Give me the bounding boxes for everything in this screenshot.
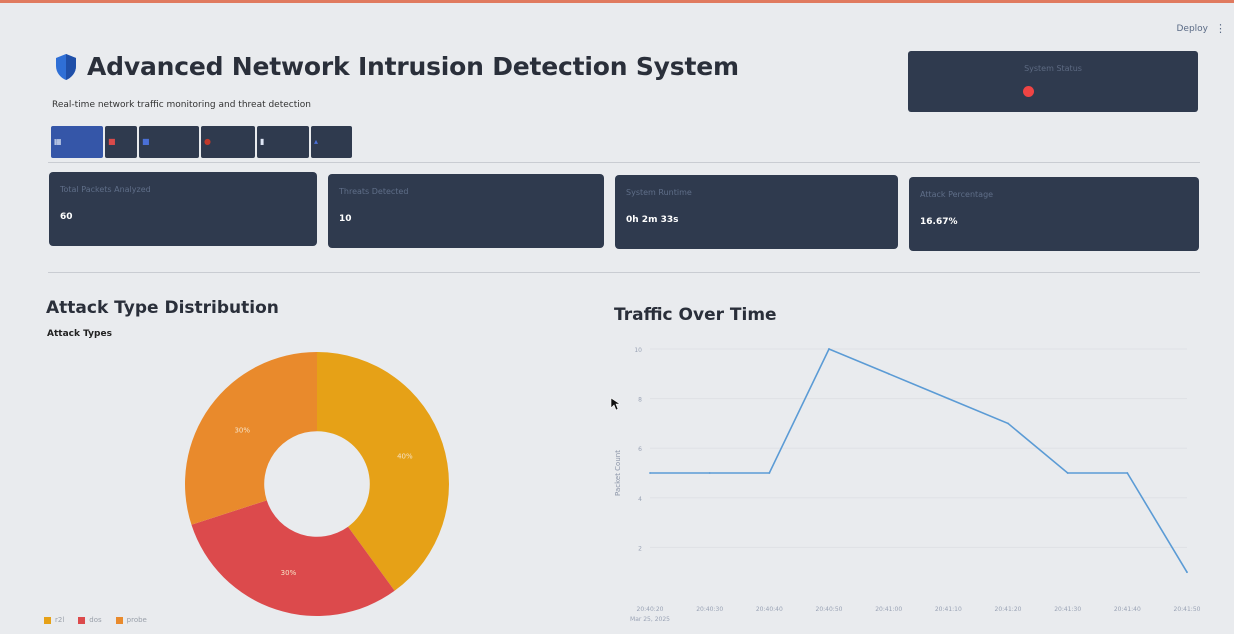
system-status-label: System Status <box>1024 64 1082 73</box>
traffic-point <box>1007 422 1009 425</box>
metric-card-threats: Threats Detected 10 <box>328 174 604 248</box>
x-tick-label: 20:41:40 <box>1114 606 1141 613</box>
traffic-line-chart: 2 4 6 8 10 20:40:20 20:40:30 20:40:40 20:40:50 20… <box>614 347 1201 623</box>
tab-5-icon: ▮ <box>260 137 265 146</box>
y-tick-label: 4 <box>638 496 642 503</box>
x-tick-label: 20:41:20 <box>995 606 1022 613</box>
traffic-point <box>887 372 890 375</box>
page-title: Advanced Network Intrusion Detection Sys… <box>87 52 739 81</box>
y-tick-label: 10 <box>634 347 642 354</box>
tab-4-icon: ● <box>204 137 211 146</box>
tab-3[interactable]: ■ <box>139 126 199 158</box>
tab-1-icon: ▦ <box>54 137 62 146</box>
traffic-series-line <box>650 347 1188 573</box>
page-header: Advanced Network Intrusion Detection Sys… <box>55 52 739 81</box>
page-subtitle: Real-time network traffic monitoring and… <box>52 100 311 110</box>
x-date-label: Mar 25, 2025 <box>630 616 670 623</box>
metric-label: System Runtime <box>626 188 692 197</box>
y-tick-label: 8 <box>638 397 642 404</box>
tab-4[interactable]: ● <box>201 126 255 158</box>
top-accent-bar <box>0 0 1234 3</box>
legend-item-probe[interactable]: probe <box>115 616 147 624</box>
divider <box>48 162 1200 163</box>
x-tick-label: 20:41:30 <box>1054 606 1081 613</box>
tab-6-icon: ▴ <box>314 137 319 146</box>
legend-item-dos[interactable]: dos <box>78 616 102 624</box>
mouse-cursor-icon <box>610 397 620 411</box>
x-tick-label: 20:40:20 <box>637 606 664 613</box>
legend-label: r2l <box>55 616 65 624</box>
pie-slice-label: 30% <box>281 569 297 577</box>
traffic-over-time-title: Traffic Over Time <box>614 305 777 325</box>
metric-label: Total Packets Analyzed <box>60 185 151 194</box>
metric-card-total-packets: Total Packets Analyzed 60 <box>49 172 317 246</box>
shield-icon <box>56 53 76 80</box>
traffic-point <box>947 397 950 400</box>
x-tick-label: 20:41:00 <box>875 606 902 613</box>
traffic-point <box>1126 472 1129 474</box>
x-tick-label: 20:40:30 <box>696 606 723 613</box>
traffic-point <box>649 472 651 474</box>
legend-swatch <box>78 616 86 624</box>
traffic-point <box>1186 571 1188 574</box>
pie-slice-label: 40% <box>397 452 413 460</box>
traffic-point <box>768 472 771 474</box>
legend-label: dos <box>89 616 102 624</box>
legend-item-r2l[interactable]: r2l <box>44 616 64 624</box>
tab-5[interactable]: ▮ <box>257 126 309 158</box>
metric-value: 0h 2m 33s <box>626 215 679 225</box>
tab-3-icon: ■ <box>142 137 150 146</box>
metric-card-attack-percentage: Attack Percentage 16.67% <box>909 177 1199 251</box>
pie-slice-probe <box>185 352 317 525</box>
x-tick-label: 20:40:50 <box>816 606 843 613</box>
x-tick-label: 20:41:50 <box>1174 606 1201 613</box>
traffic-point <box>828 348 830 350</box>
divider <box>48 272 1200 273</box>
kebab-menu-icon[interactable]: ⋮ <box>1215 22 1226 35</box>
legend-label: probe <box>126 616 147 624</box>
status-indicator-dot <box>1023 86 1034 97</box>
traffic-point <box>1066 472 1069 474</box>
traffic-point <box>708 472 711 474</box>
y-tick-label: 6 <box>638 446 642 453</box>
deploy-button[interactable]: Deploy <box>1176 24 1208 34</box>
pie-legend: r2l dos probe <box>44 616 147 624</box>
attack-type-donut-chart: 40% 30% 30% <box>185 352 449 616</box>
metric-label: Threats Detected <box>339 187 409 196</box>
tab-bar: ▦ ■ ■ ● ▮ ▴ <box>51 126 352 158</box>
metric-value: 60 <box>60 212 73 222</box>
system-status-panel: System Status <box>908 51 1198 112</box>
attack-distribution-title: Attack Type Distribution <box>46 298 279 318</box>
metric-value: 10 <box>339 214 352 224</box>
metric-label: Attack Percentage <box>920 190 994 199</box>
legend-swatch <box>44 616 51 624</box>
pie-slice-label: 30% <box>234 427 250 435</box>
y-tick-label: 2 <box>638 545 642 552</box>
attack-types-label: Attack Types <box>47 329 112 339</box>
tab-2-icon: ■ <box>108 137 116 146</box>
x-tick-label: 20:40:40 <box>756 606 783 613</box>
tab-6[interactable]: ▴ <box>311 126 352 158</box>
y-axis-title: Packet Count <box>614 450 622 496</box>
metric-card-runtime: System Runtime 0h 2m 33s <box>615 175 898 249</box>
legend-swatch <box>115 616 123 624</box>
tab-1[interactable]: ▦ <box>51 126 103 158</box>
tab-2[interactable]: ■ <box>105 126 137 158</box>
x-tick-label: 20:41:10 <box>935 606 962 613</box>
metric-value: 16.67% <box>920 217 958 227</box>
